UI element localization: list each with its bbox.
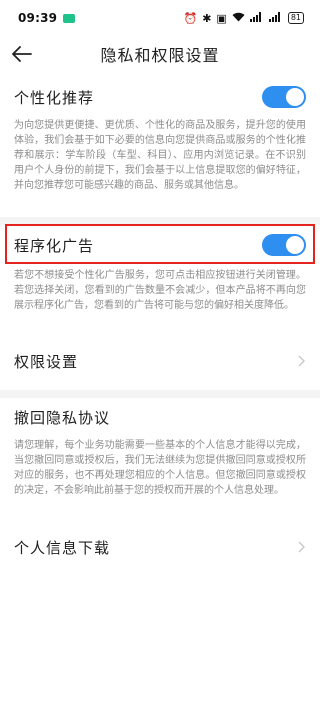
revoke-section[interactable]: 撤回隐私协议 请您理解，每个业务功能需要一些基本的个人信息才能得以完成，当您撤回…	[0, 404, 320, 498]
hd-icon: ▣	[216, 11, 227, 25]
programmatic-ads-desc: 若您不想接受个性化广告服务，您可点击相应按钮进行关闭管理。若您选择关闭，您看到的…	[14, 270, 306, 311]
signal-icon-2	[268, 12, 283, 24]
page-title: 隐私和权限设置	[100, 46, 220, 65]
highlight-box	[5, 224, 315, 264]
back-button[interactable]	[10, 42, 34, 66]
download-row[interactable]: 个人信息下载	[0, 532, 320, 562]
personalized-desc: 为向您提供更便捷、更优质、个性化的商品及服务，提升您的使用体验，我们会基于如下必…	[14, 120, 306, 191]
section-divider	[0, 390, 320, 398]
personalized-title: 个性化推荐	[14, 88, 95, 107]
alarm-icon: ⏰	[183, 11, 198, 25]
permissions-title: 权限设置	[14, 352, 79, 371]
chevron-right-icon	[296, 540, 306, 554]
notification-app-icon	[63, 13, 76, 23]
bluetooth-icon: ✱	[202, 11, 212, 25]
wifi-icon	[232, 12, 245, 24]
status-time: 09:39	[18, 11, 58, 25]
personalized-section: 个性化推荐 为向您提供更便捷、更优质、个性化的商品及服务，提升您的使用体验，我们…	[0, 84, 320, 193]
back-arrow-icon	[12, 46, 32, 62]
personalized-toggle[interactable]	[262, 86, 306, 108]
nav-bar: 隐私和权限设置	[0, 36, 320, 72]
revoke-title: 撤回隐私协议	[14, 408, 111, 427]
battery-icon: 81	[287, 12, 304, 24]
chevron-right-icon	[296, 354, 306, 368]
status-bar: 09:39 ⏰ ✱ ▣ 81	[0, 0, 320, 36]
permissions-row[interactable]: 权限设置	[0, 346, 320, 376]
revoke-desc: 请您理解，每个业务功能需要一些基本的个人信息才能得以完成，当您撤回同意或授权后，…	[14, 440, 306, 496]
download-title: 个人信息下载	[14, 538, 111, 557]
toggle-knob	[286, 88, 304, 106]
signal-icon	[249, 12, 264, 24]
